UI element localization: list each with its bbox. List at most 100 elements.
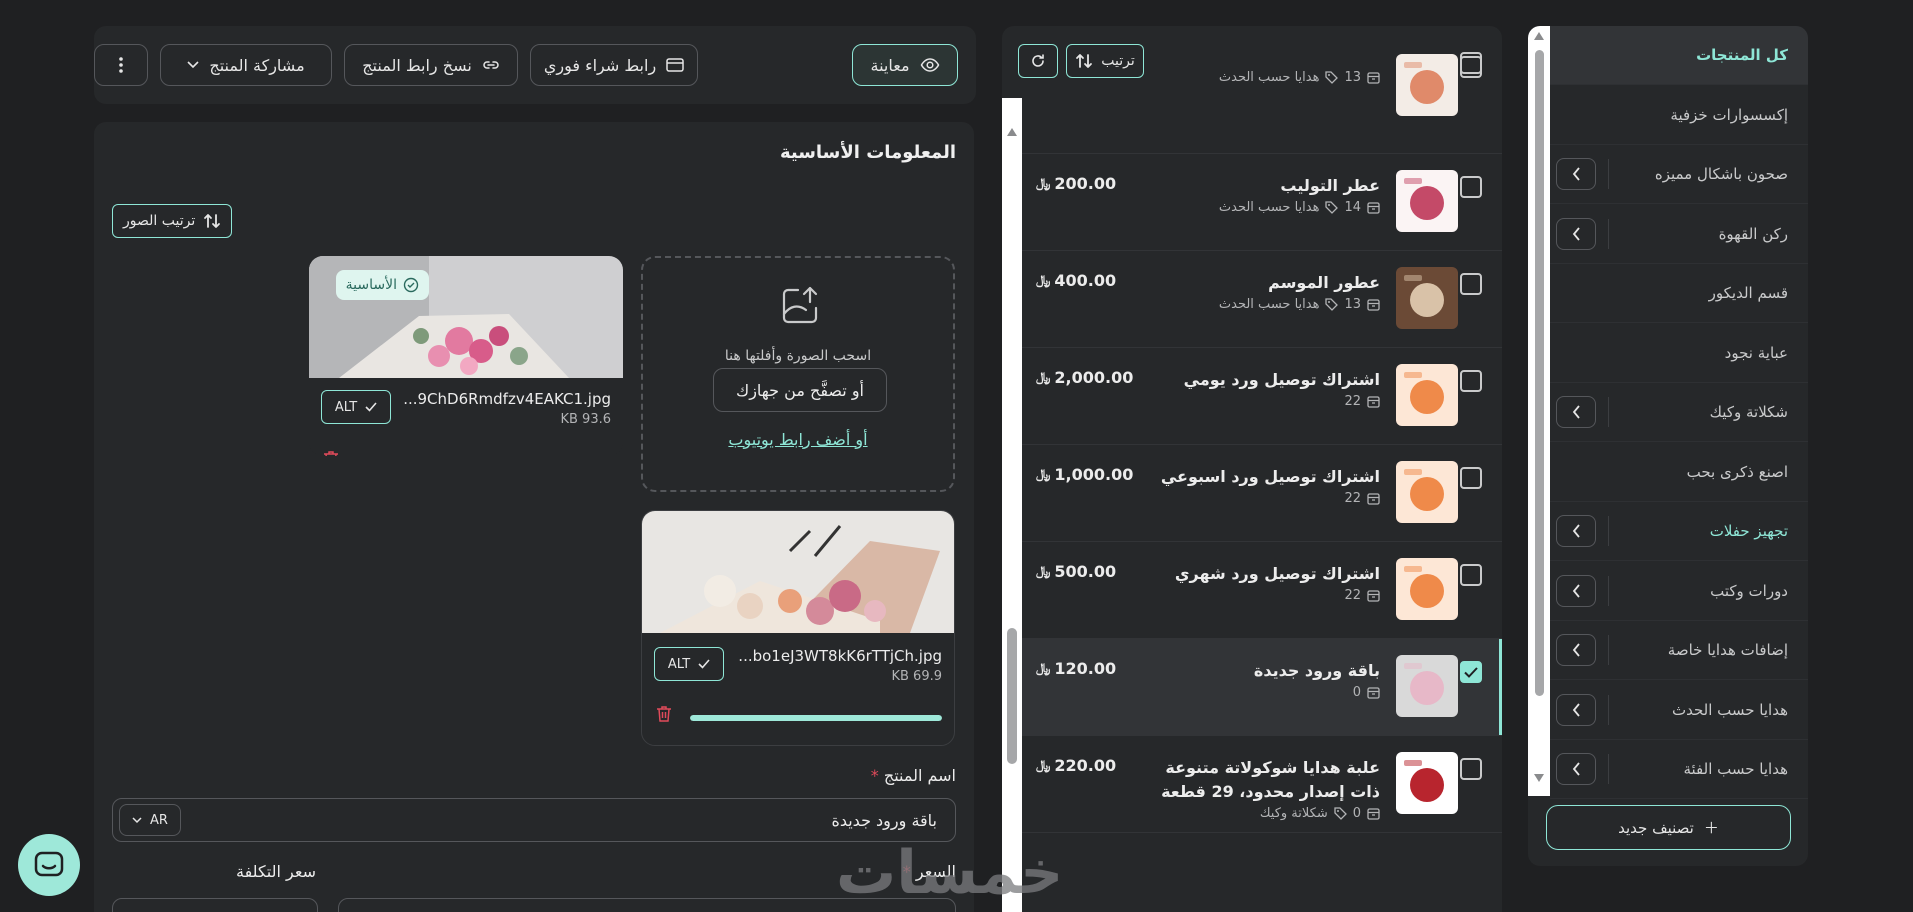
category-item[interactable]: عباية نجود [1550,324,1808,383]
divider [1608,695,1609,725]
expand-category-button[interactable] [1556,694,1596,726]
chevron-left-icon [1572,703,1580,717]
category-label: إضافات هدايا خاصة [1667,641,1788,659]
preview-button[interactable]: معاينة [852,44,958,86]
inventory-icon [1367,686,1380,699]
trash-icon[interactable] [323,450,339,456]
riyal-icon: ﷼ [1036,273,1051,288]
category-item[interactable]: قسم الديكور [1550,264,1808,323]
scroll-down-icon[interactable] [1534,774,1544,782]
expand-category-button[interactable] [1556,158,1596,190]
check-icon [365,402,377,412]
instant-buy-link-button[interactable]: رابط شراء فوري [530,44,698,86]
category-item[interactable]: دورات وكتب [1550,562,1808,621]
category-scrollbar[interactable] [1528,26,1550,796]
category-item[interactable]: هدايا حسب الحدث [1550,681,1808,740]
category-item[interactable]: شكلاتة وكيك [1550,383,1808,442]
product-name[interactable]: اشتراك توصيل ورد يومي [1150,368,1380,392]
product-name[interactable]: باقة ورود جديدة [1150,659,1380,683]
alt-text-button[interactable]: ALT [321,390,391,424]
main-image-badge-label: الأساسية [345,277,397,293]
product-image-2[interactable] [642,511,954,633]
product-row[interactable]: 13 هدايا حسب الحدث [1022,54,1502,154]
image-filename: ...9ChD6Rmdfzv4EAKC1.jpg [403,390,611,408]
expand-category-button[interactable] [1556,634,1596,666]
main-image-badge: الأساسية [335,270,429,300]
inventory-icon [1367,492,1380,505]
product-checkbox[interactable] [1460,176,1482,198]
expand-category-button[interactable] [1556,396,1596,428]
kebab-menu-icon [119,57,123,73]
category-item[interactable]: إكسسوارات خزفية [1550,86,1808,145]
product-row[interactable]: عطور الموسم 13 هدايا حسب الحدث ﷼ 400.00 [1022,251,1502,348]
check-icon [698,659,710,669]
product-row[interactable]: علبة هدايا شوكولاتة متنوعة ذات إصدار محد… [1022,736,1502,833]
product-name[interactable]: اشتراك توصيل ورد اسبوعي [1150,465,1380,489]
category-item[interactable]: تجهيز حفلات [1550,502,1808,561]
product-name[interactable]: اشتراك توصيل ورد شهري [1150,562,1380,586]
product-checkbox[interactable] [1460,273,1482,295]
image-filesize: 93.6 KB [560,412,611,427]
product-row[interactable]: اشتراك توصيل ورد اسبوعي 22 ﷼ 1,000.00 [1022,445,1502,542]
product-price-value: 2,000.00 [1054,368,1134,387]
product-checkbox[interactable] [1460,564,1482,586]
product-thumbnail [1396,364,1458,426]
add-youtube-link[interactable]: أو أضف رابط يوتيوب [643,430,953,449]
browse-device-button[interactable]: أو تصفَّح من جهازك [713,368,887,412]
new-category-button[interactable]: ＋ تصنيف جديد [1546,805,1791,850]
product-price: ﷼ 1,000.00 [1036,465,1133,484]
sort-images-button[interactable]: ترتيب الصور [112,204,233,238]
copy-product-link-button[interactable]: نسخ رابط المنتج [344,44,518,86]
category-label: شكلاتة وكيك [1709,403,1788,421]
trash-icon[interactable] [656,705,672,723]
basic-info-section: المعلومات الأساسية ترتيب الصور اسحب الصو… [94,122,974,912]
product-price: ﷼ 120.00 [1036,659,1116,678]
category-item[interactable]: ركن القهوة [1550,205,1808,264]
product-name-input[interactable]: باقة ورود جديدة AR [112,798,956,842]
tag-icon [1334,807,1347,820]
expand-category-button[interactable] [1556,575,1596,607]
expand-category-button[interactable] [1556,515,1596,547]
product-meta: 13 هدايا حسب الحدث [1219,70,1380,85]
product-name[interactable]: علبة هدايا شوكولاتة متنوعة ذات إصدار محد… [1150,756,1380,804]
alt-text-button[interactable]: ALT [654,647,724,681]
product-scroll-thumb[interactable] [1007,628,1017,764]
product-name[interactable]: عطور الموسم [1150,271,1380,295]
product-checkbox[interactable] [1460,467,1482,489]
product-price-value: 220.00 [1054,756,1117,775]
product-checkbox[interactable] [1460,758,1482,780]
scroll-up-icon[interactable] [1007,128,1017,136]
category-scroll-thumb[interactable] [1535,50,1544,696]
riyal-icon: ﷼ [1036,467,1051,482]
product-image-1[interactable]: الأساسية [309,256,623,378]
chevron-left-icon [1572,643,1580,657]
product-row[interactable]: عطر التوليب 14 هدايا حسب الحدث ﷼ 200.00 [1022,154,1502,251]
product-name[interactable]: عطر التوليب [1150,174,1380,198]
category-item[interactable]: هدايا حسب الفئة [1550,740,1808,799]
scroll-up-icon[interactable] [1534,32,1544,40]
product-checkbox[interactable] [1460,370,1482,392]
cost-price-input[interactable] [112,898,318,912]
expand-category-button[interactable] [1556,753,1596,785]
inventory-icon [1367,395,1380,408]
category-item[interactable]: اصنع ذكرى بحب [1550,443,1808,502]
category-item[interactable]: صحون باشكال مميزه [1550,145,1808,204]
product-row[interactable]: اشتراك توصيل ورد يومي 22 ﷼ 2,000.00 [1022,348,1502,445]
expand-category-button[interactable] [1556,218,1596,250]
product-checkbox[interactable] [1460,56,1482,78]
product-stock: 0 [1352,685,1361,700]
product-scrollbar[interactable] [1002,98,1022,912]
divider [1608,516,1609,546]
image-drop-zone[interactable]: اسحب الصورة وأفلتها هنا أو تصفَّح من جها… [641,256,955,492]
product-row[interactable]: اشتراك توصيل ورد شهري 22 ﷼ 500.00 [1022,542,1502,639]
product-price-value: 500.00 [1054,562,1117,581]
product-row[interactable]: باقة ورود جديدة 0 ﷼ 120.00 [1022,639,1502,736]
category-item[interactable]: كل المنتجات [1550,26,1808,85]
share-product-dropdown[interactable]: مشاركة المنتج [160,44,332,86]
chat-widget-button[interactable] [18,834,80,896]
chevron-down-icon [132,816,142,823]
product-checkbox[interactable] [1460,661,1482,683]
category-item[interactable]: إضافات هدايا خاصة [1550,621,1808,680]
language-select[interactable]: AR [119,804,181,836]
more-options-button[interactable] [94,44,148,86]
